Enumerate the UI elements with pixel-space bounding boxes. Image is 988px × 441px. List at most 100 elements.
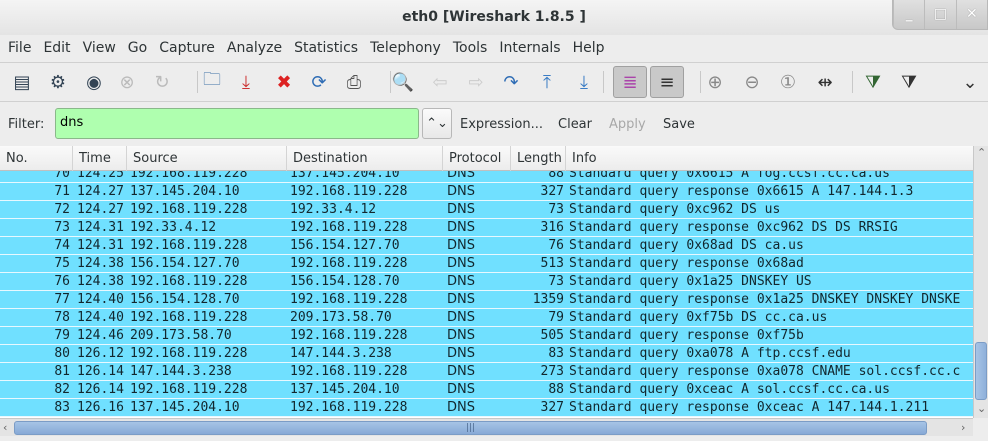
cell-time: 124.31: [77, 238, 124, 253]
vertical-scrollbar[interactable]: ⌃ ⌄: [973, 146, 988, 418]
filter-history-dropdown[interactable]: ⌃⌄: [422, 108, 452, 139]
packet-row[interactable]: 74 124.31 192.168.119.228 156.154.127.70 DNS…: [0, 237, 973, 255]
window-title: eth0 [Wireshark 1.8.5 ]: [402, 9, 586, 25]
apply-button[interactable]: Apply: [609, 117, 646, 132]
scroll-right-icon[interactable]: ›: [961, 421, 965, 434]
horizontal-scrollbar[interactable]: ‹ ||| ›: [0, 418, 973, 436]
last-packet-button[interactable]: ⤓: [571, 69, 597, 95]
scroll-up-icon[interactable]: ⌃: [977, 146, 986, 159]
reload-button[interactable]: ⟳: [306, 69, 332, 95]
print-icon: ⎙: [346, 71, 362, 93]
packet-row[interactable]: 73 124.31 192.33.4.12 192.168.119.228 DNS 316…: [0, 219, 973, 237]
capture-options-button[interactable]: ⚙: [45, 69, 71, 95]
packet-rows: 70 124.25 192.168.119.228 137.145.204.10 DNS…: [0, 165, 973, 417]
colorize-button[interactable]: ≣: [613, 66, 647, 98]
close-button[interactable]: ✕: [955, 0, 987, 29]
column-header-info[interactable]: Info: [565, 146, 973, 171]
cell-proto: DNS: [447, 364, 475, 379]
normal-size-button[interactable]: ①: [775, 69, 801, 95]
cell-dst: 192.168.119.228: [290, 328, 408, 343]
packet-row[interactable]: 76 124.38 192.168.119.228 156.154.128.70 DNS…: [0, 273, 973, 291]
menu-statistics[interactable]: Statistics: [288, 36, 364, 62]
packet-row[interactable]: 82 126.14 192.168.119.228 137.145.204.10 DNS…: [0, 381, 973, 399]
expression-button[interactable]: Expression...: [460, 117, 543, 132]
menu-view[interactable]: View: [77, 36, 122, 62]
cell-dst: 137.145.204.10: [290, 382, 400, 397]
cell-no: 80: [54, 346, 70, 361]
packet-row[interactable]: 81 126.14 147.144.3.238 192.168.119.228 DNS 2…: [0, 363, 973, 381]
cell-len: 316: [540, 220, 564, 235]
cell-src: 192.168.119.228: [130, 202, 248, 217]
first-packet-icon: ⤒: [543, 71, 551, 93]
close-file-button[interactable]: ✖: [271, 69, 297, 95]
capture-filters-icon: ⧩: [864, 71, 882, 93]
packet-row[interactable]: 83 126.16 137.145.204.10 192.168.119.228 DNS…: [0, 399, 973, 417]
cell-dst: 209.173.58.70: [290, 310, 392, 325]
zoom-out-button[interactable]: ⊖: [739, 69, 765, 95]
auto-scroll-button[interactable]: ≡: [650, 66, 684, 98]
print-button[interactable]: ⎙: [341, 69, 367, 95]
packet-row[interactable]: 72 124.27 192.168.119.228 192.33.4.12 DNS 73 S…: [0, 201, 973, 219]
vertical-scroll-thumb[interactable]: [975, 342, 987, 400]
menu-internals[interactable]: Internals: [493, 36, 566, 62]
toolbar-overflow-button[interactable]: ⌄: [957, 69, 983, 95]
column-header-protocol[interactable]: Protocol: [442, 146, 510, 171]
cell-len: 273: [540, 364, 564, 379]
colorize-icon: ≣: [622, 71, 638, 93]
column-header-time[interactable]: Time: [72, 146, 126, 171]
open-file-button[interactable]: 🗀: [199, 69, 225, 95]
menu-telephony[interactable]: Telephony: [364, 36, 447, 62]
go-forward-button[interactable]: ⇨: [463, 69, 489, 95]
column-header-no[interactable]: No.: [0, 146, 72, 171]
menu-go[interactable]: Go: [122, 36, 153, 62]
interface-list-button[interactable]: ▤: [9, 69, 35, 95]
cell-no: 77: [54, 292, 70, 307]
menu-help[interactable]: Help: [567, 36, 611, 62]
capture-stop-button[interactable]: ⊗: [114, 69, 140, 95]
cell-dst: 192.168.119.228: [290, 184, 408, 199]
cell-info: Standard query response 0xceac A 147.144…: [569, 400, 930, 415]
packet-row[interactable]: 79 124.46 209.173.58.70 192.168.119.228 DNS 5…: [0, 327, 973, 345]
menu-analyze[interactable]: Analyze: [221, 36, 288, 62]
cell-proto: DNS: [447, 400, 475, 415]
capture-start-button[interactable]: ◉: [81, 69, 107, 95]
go-to-packet-button[interactable]: ↷: [498, 69, 524, 95]
maximize-button[interactable]: □: [924, 0, 955, 29]
column-header-destination[interactable]: Destination: [286, 146, 442, 171]
filter-input[interactable]: dns: [55, 108, 419, 139]
display-filters-button[interactable]: ⧩: [896, 69, 922, 95]
menu-capture[interactable]: Capture: [153, 36, 221, 62]
cell-time: 126.14: [77, 382, 124, 397]
packet-row[interactable]: 77 124.40 156.154.128.70 192.168.119.228 DNS…: [0, 291, 973, 309]
find-packet-button[interactable]: 🔍: [390, 69, 416, 95]
clear-button[interactable]: Clear: [558, 117, 592, 132]
packet-row[interactable]: 75 124.38 156.154.127.70 192.168.119.228 DNS…: [0, 255, 973, 273]
cell-src: 209.173.58.70: [130, 328, 232, 343]
resize-columns-button[interactable]: ⇹: [812, 69, 838, 95]
minimize-button[interactable]: _: [893, 0, 924, 29]
scroll-down-icon[interactable]: ⌄: [977, 402, 986, 415]
cell-info: Standard query response 0x6615 A 147.144…: [569, 184, 914, 199]
first-packet-button[interactable]: ⤒: [534, 69, 560, 95]
column-header-length[interactable]: Length: [510, 146, 565, 171]
capture-stop-icon: ⊗: [119, 71, 135, 93]
menu-file[interactable]: File: [2, 36, 37, 62]
horizontal-scroll-thumb[interactable]: |||: [14, 421, 927, 435]
packet-row[interactable]: 78 124.40 192.168.119.228 209.173.58.70 DNS 7…: [0, 309, 973, 327]
go-back-button[interactable]: ⇦: [427, 69, 453, 95]
capture-restart-button[interactable]: ↻: [149, 69, 175, 95]
cell-proto: DNS: [447, 184, 475, 199]
capture-filters-button[interactable]: ⧩: [860, 69, 886, 95]
column-header-source[interactable]: Source: [126, 146, 286, 171]
menu-edit[interactable]: Edit: [37, 36, 76, 62]
capture-options-icon: ⚙: [49, 71, 67, 93]
save-filter-button[interactable]: Save: [663, 117, 695, 132]
zoom-in-button[interactable]: ⊕: [702, 69, 728, 95]
menu-tools[interactable]: Tools: [447, 36, 494, 62]
save-file-button[interactable]: ⤓: [233, 69, 259, 95]
packet-row[interactable]: 80 126.12 192.168.119.228 147.144.3.238 DNS 8…: [0, 345, 973, 363]
cell-len: 327: [540, 400, 564, 415]
cell-proto: DNS: [447, 238, 475, 253]
scroll-left-icon[interactable]: ‹: [3, 421, 7, 434]
packet-row[interactable]: 71 124.27 137.145.204.10 192.168.119.228 DNS…: [0, 183, 973, 201]
